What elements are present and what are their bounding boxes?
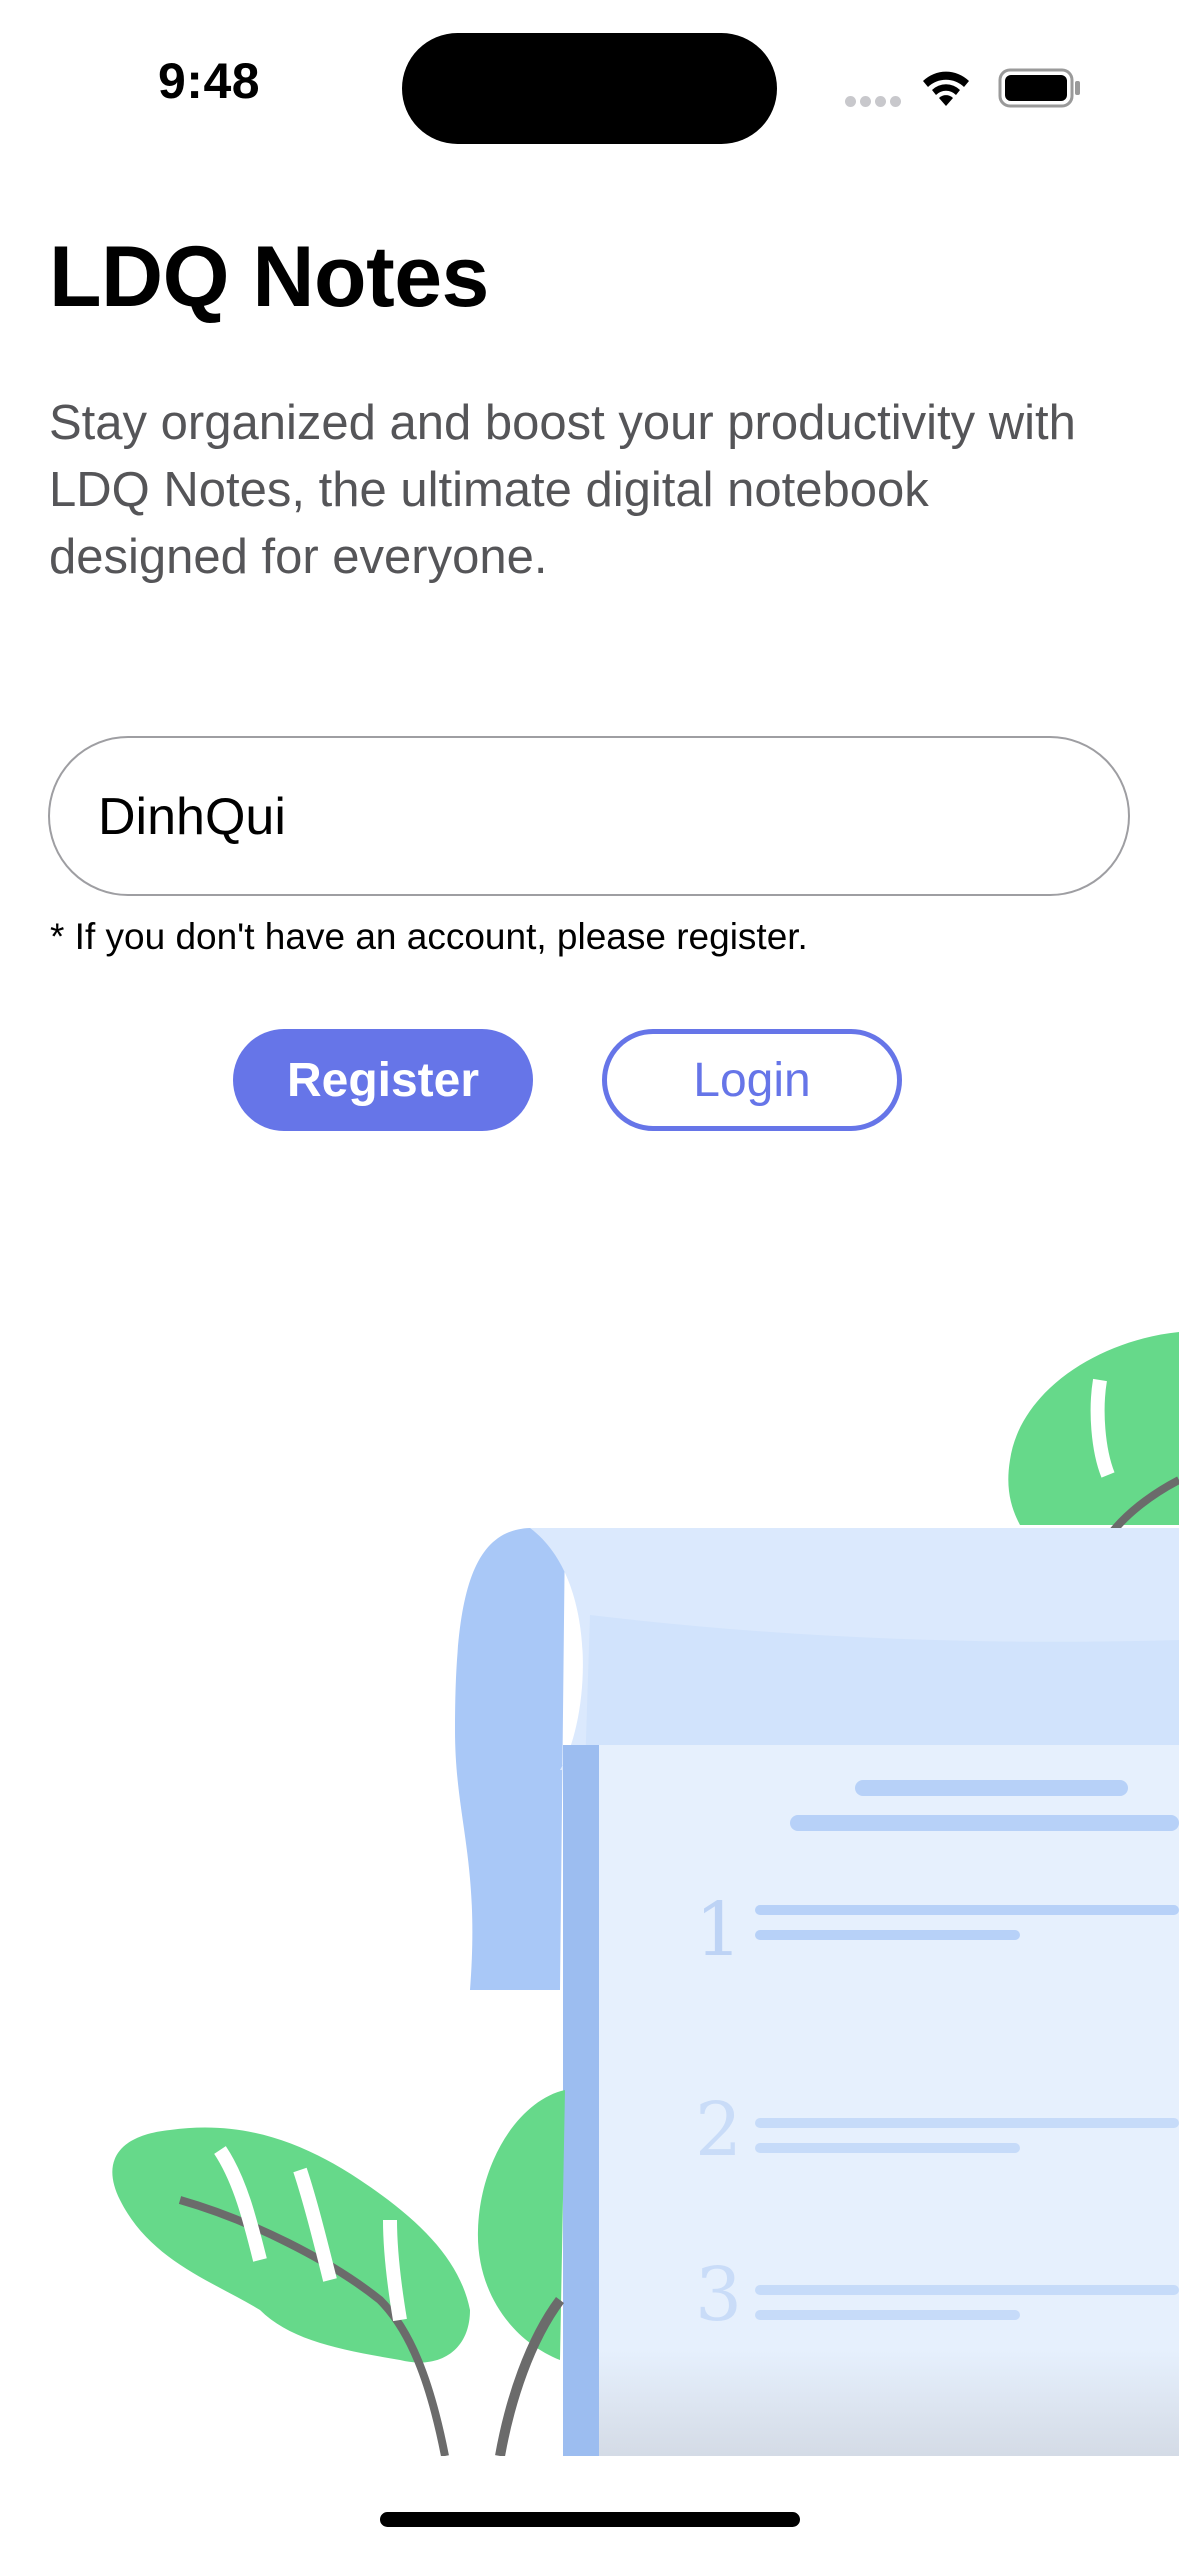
- app-title: LDQ Notes: [49, 229, 489, 325]
- dynamic-island: [402, 33, 777, 144]
- svg-text:2: 2: [695, 2087, 742, 2173]
- leaf-top-right: [1008, 1332, 1179, 1538]
- status-time: 9:48: [158, 53, 261, 109]
- cellular-signal-icon: [845, 94, 905, 112]
- wifi-icon: [923, 71, 969, 106]
- login-button[interactable]: Login: [602, 1029, 902, 1131]
- status-bar: 9:48: [0, 0, 1179, 150]
- home-indicator[interactable]: [380, 2512, 800, 2527]
- username-field[interactable]: [48, 736, 1130, 896]
- register-button[interactable]: Register: [233, 1029, 533, 1131]
- notebook-illustration: 1 2 3: [112, 1332, 1179, 2456]
- username-input[interactable]: [96, 738, 1080, 896]
- register-hint: * If you don't have an account, please r…: [50, 916, 808, 957]
- leaf-bottom-left: [112, 2090, 565, 2456]
- svg-text:3: 3: [695, 2252, 742, 2338]
- app-description: Stay organized and boost your productivi…: [49, 396, 1076, 584]
- svg-text:1: 1: [695, 1887, 742, 1973]
- battery-icon: [998, 68, 1080, 108]
